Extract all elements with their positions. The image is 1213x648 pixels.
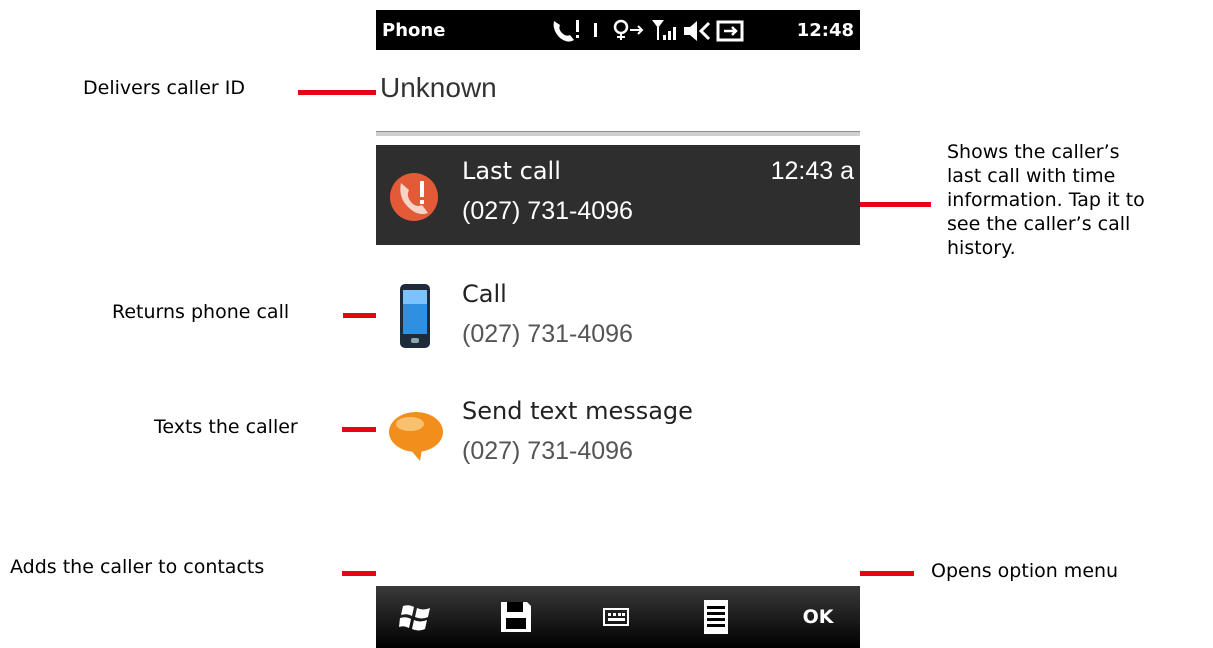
phone-screen: Phone 12:48 Unknown Last call 12:43 a (0… <box>376 10 860 648</box>
windows-start-icon <box>399 605 430 631</box>
callout-line-caller-id <box>298 90 384 95</box>
speaker-muted-icon <box>684 21 710 41</box>
call-row[interactable]: Call (027) 731-4096 <box>376 268 860 368</box>
keyboard-button[interactable] <box>586 586 646 648</box>
menu-button[interactable] <box>686 586 746 648</box>
save-icon <box>501 602 531 632</box>
send-text-title: Send text message <box>462 397 693 425</box>
last-call-row[interactable]: Last call 12:43 a (027) 731-4096 <box>376 145 860 245</box>
last-call-title: Last call <box>462 157 561 185</box>
status-bar: Phone 12:48 <box>376 10 860 50</box>
app-title: Phone <box>382 20 446 41</box>
callout-last-call-line: information. Tap it to <box>947 189 1145 211</box>
battery-charging-icon <box>716 20 744 42</box>
callout-save: Adds the caller to contacts <box>10 556 265 578</box>
status-clock: 12:48 <box>796 20 854 41</box>
keyboard-icon <box>603 608 629 626</box>
ok-button[interactable]: OK <box>786 586 850 648</box>
menu-icon <box>704 600 728 634</box>
phone-icon <box>400 284 430 348</box>
line-one-icon <box>594 23 597 37</box>
send-text-row[interactable]: Send text message (027) 731-4096 <box>376 385 860 485</box>
header-divider <box>376 131 860 136</box>
callout-last-call-line: Shows the caller’s <box>947 141 1120 163</box>
callout-sms: Texts the caller <box>154 416 298 438</box>
callout-call: Returns phone call <box>112 301 290 323</box>
missed-call-icon <box>390 173 438 221</box>
soft-key-bar: OK <box>376 586 860 648</box>
roaming-icon <box>613 19 644 40</box>
callout-last-call-line: see the caller’s call <box>947 213 1131 235</box>
callout-caller-id: Delivers caller ID <box>83 77 245 99</box>
last-call-time: 12:43 a <box>770 157 854 185</box>
missed-call-status-icon <box>553 20 579 42</box>
callout-menu: Opens option menu <box>931 560 1119 582</box>
call-title: Call <box>462 280 507 308</box>
callout-last-call-line: history. <box>947 237 1016 259</box>
caller-id: Unknown <box>380 72 497 103</box>
start-button[interactable] <box>386 586 446 648</box>
callout-last-call-line: last call with time <box>947 165 1116 187</box>
speech-bubble-icon <box>389 412 443 461</box>
save-contact-button[interactable] <box>486 586 546 648</box>
call-number: (027) 731-4096 <box>462 320 633 348</box>
last-call-number: (027) 731-4096 <box>462 197 633 225</box>
callout-last-call: Shows the caller’s last call with time i… <box>947 140 1145 260</box>
send-text-number: (027) 731-4096 <box>462 437 633 465</box>
signal-icon <box>652 20 676 40</box>
